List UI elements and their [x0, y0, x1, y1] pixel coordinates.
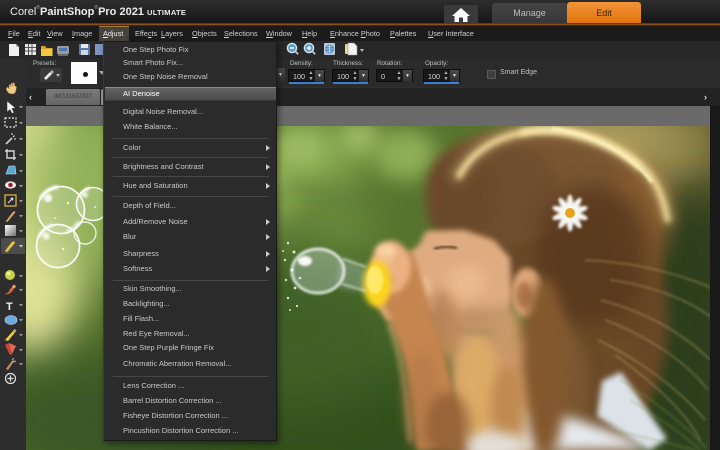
svg-text:T: T	[6, 301, 13, 313]
